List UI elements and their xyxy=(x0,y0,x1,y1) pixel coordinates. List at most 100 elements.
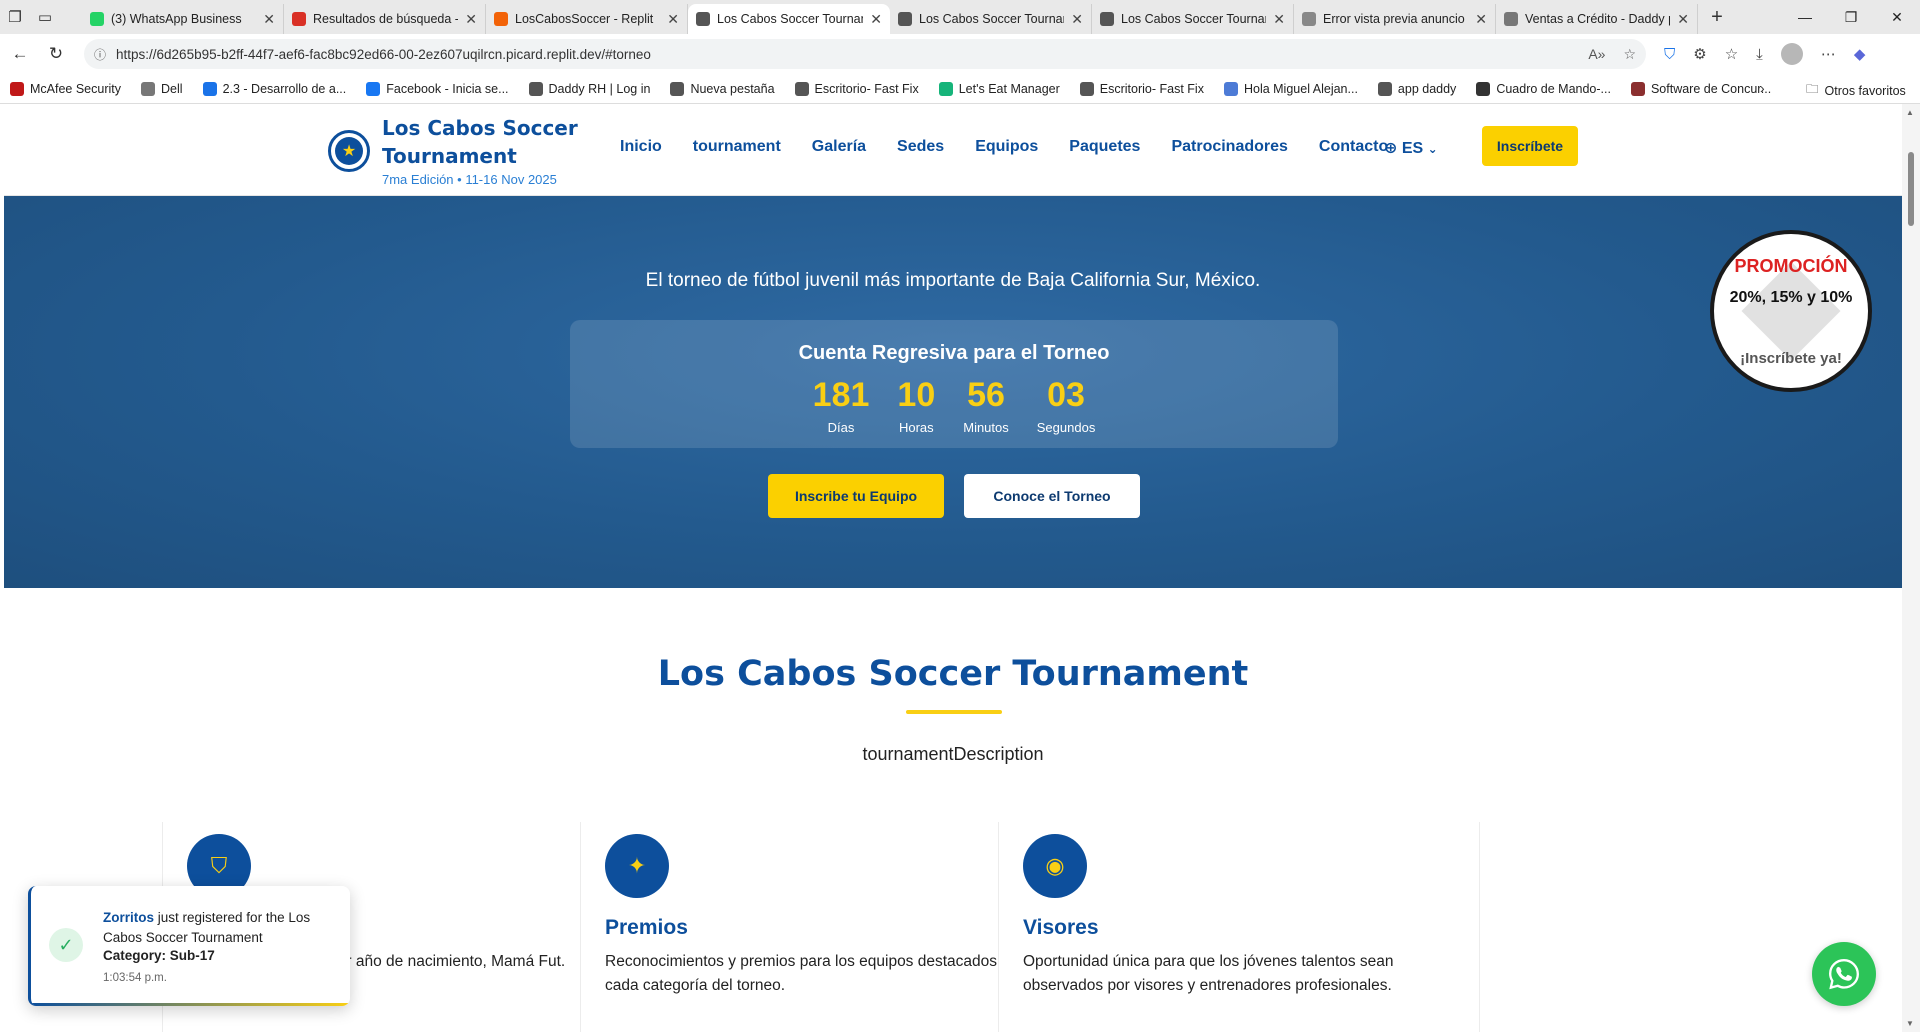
bookmark-item[interactable]: Dell xyxy=(141,81,183,96)
omnibox-actions: A» ☆ xyxy=(1588,46,1636,63)
close-window-button[interactable]: ✕ xyxy=(1874,0,1920,34)
bookmark-item[interactable]: Cuadro de Mando-... xyxy=(1476,81,1611,96)
restore-button[interactable]: ❐ xyxy=(1828,0,1874,34)
scroll-thumb[interactable] xyxy=(1908,152,1914,226)
bookmarks-overflow-chevron-icon[interactable]: › xyxy=(1760,80,1765,96)
bookmark-item[interactable]: Daddy RH | Log in xyxy=(528,81,650,96)
close-tab-icon[interactable]: ✕ xyxy=(870,11,882,28)
countdown-title: Cuenta Regresiva para el Torneo xyxy=(798,342,1110,364)
circle-icon xyxy=(1302,12,1316,26)
vertical-tabs-icon[interactable]: ▭ xyxy=(30,0,60,34)
reload-button[interactable]: ↻ xyxy=(40,38,72,70)
chevron-down-icon: ⌄ xyxy=(1427,142,1438,156)
bookmark-item[interactable]: Hola Miguel Alejan... xyxy=(1223,81,1358,96)
bookmark-item[interactable]: McAfee Security xyxy=(10,81,121,96)
downloads-icon[interactable]: ⤓ xyxy=(1756,46,1763,63)
workspaces-icon[interactable]: ❐ xyxy=(0,0,30,34)
site-info-icon[interactable]: ⓘ xyxy=(94,46,106,63)
read-aloud-icon[interactable]: A» xyxy=(1588,46,1605,63)
globe-icon xyxy=(528,81,543,96)
browser-tab[interactable]: Los Cabos Soccer Tournam ✕ xyxy=(1092,4,1294,34)
scroll-down-icon[interactable]: ▼ xyxy=(1906,1019,1914,1028)
check-icon: ✓ xyxy=(49,928,83,962)
nav-link[interactable]: Equipos xyxy=(975,138,1038,156)
countdown-label: Horas xyxy=(898,420,934,435)
brand[interactable]: Los Cabos Soccer Tournament 7ma Edición … xyxy=(382,114,582,187)
toast-progress-bar xyxy=(31,1003,350,1006)
close-tab-icon[interactable]: ✕ xyxy=(263,11,275,28)
browser-tab[interactable]: Error vista previa anuncio ✕ xyxy=(1294,4,1496,34)
nav-link[interactable]: Contacto xyxy=(1319,138,1388,156)
feature-card-description: Oportunidad única para que los jóvenes t… xyxy=(1023,953,1394,994)
browser-tab[interactable]: LosCabosSoccer - Replit ✕ xyxy=(486,4,688,34)
browser-tab[interactable]: (3) WhatsApp Business ✕ xyxy=(82,4,284,34)
browser-tab[interactable]: Los Cabos Soccer Tournam ✕ xyxy=(688,4,890,34)
other-bookmarks-folder[interactable]: 🗀 Otros favoritos xyxy=(1806,80,1906,101)
facebook-icon xyxy=(366,81,381,96)
more-menu-icon[interactable]: ⋯ xyxy=(1821,45,1836,63)
countdown-panel: Cuenta Regresiva para el Torneo 181 Días… xyxy=(570,320,1338,448)
browser-tab-strip: ❐ ▭ (3) WhatsApp Business ✕ Resultados d… xyxy=(0,0,1920,34)
bookmark-label: Escritorio- Fast Fix xyxy=(814,81,919,96)
bookmark-item[interactable]: Escritorio- Fast Fix xyxy=(794,81,919,96)
close-tab-icon[interactable]: ✕ xyxy=(1071,11,1083,28)
close-tab-icon[interactable]: ✕ xyxy=(465,11,477,28)
bookmark-label: Let's Eat Manager xyxy=(958,81,1060,96)
bookmark-item[interactable]: 2.3 - Desarrollo de a... xyxy=(202,81,347,96)
language-selector[interactable]: ⊕ ES ⌄ xyxy=(1384,138,1438,158)
countdown-value: 181 xyxy=(812,376,870,414)
extensions-icon[interactable]: ⚙ xyxy=(1693,45,1706,63)
whatsapp-chat-button[interactable] xyxy=(1812,942,1876,1006)
tab-list: (3) WhatsApp Business ✕ Resultados de bú… xyxy=(82,0,1698,34)
nav-link[interactable]: Inicio xyxy=(620,138,662,156)
nav-link[interactable]: Paquetes xyxy=(1069,138,1140,156)
bookmark-item[interactable]: Facebook - Inicia se... xyxy=(366,81,509,96)
register-team-button[interactable]: Inscribe tu Equipo xyxy=(768,474,944,518)
globe-icon xyxy=(1100,12,1114,26)
minimize-button[interactable]: — xyxy=(1782,0,1828,34)
gmail-icon xyxy=(292,12,306,26)
feature-card-description: Reconocimientos y premios para los equip… xyxy=(605,953,1019,994)
section-title: Los Cabos Soccer Tournament xyxy=(657,654,1249,694)
promo-badge[interactable]: PROMOCIÓN 20%, 15% y 10% ¡Inscríbete ya! xyxy=(1710,230,1872,392)
bookmark-item[interactable]: Escritorio- Fast Fix xyxy=(1079,81,1204,96)
url-text[interactable]: https://6d265b95-b2ff-44f7-aef6-fac8bc92… xyxy=(116,47,1588,62)
bookmark-label: 2.3 - Desarrollo de a... xyxy=(222,81,347,96)
profile-avatar[interactable] xyxy=(1780,43,1803,65)
bookmark-item[interactable]: Nueva pestaña xyxy=(670,81,775,96)
nav-link[interactable]: tournament xyxy=(693,138,781,156)
nav-link[interactable]: Galería xyxy=(812,138,866,156)
close-tab-icon[interactable]: ✕ xyxy=(1475,11,1487,28)
countdown-value: 10 xyxy=(897,376,936,414)
brand-edition: 7ma Edición • 11-16 Nov 2025 xyxy=(382,172,557,187)
tab-title: Los Cabos Soccer Tournam xyxy=(1121,12,1267,26)
learn-tournament-button[interactable]: Conoce el Torneo xyxy=(964,474,1140,518)
dashboard-icon xyxy=(1476,81,1491,96)
back-button[interactable]: ← xyxy=(4,38,36,70)
bookmark-item[interactable]: Let's Eat Manager xyxy=(938,81,1060,96)
register-button[interactable]: Inscríbete xyxy=(1482,126,1578,166)
favorite-star-icon[interactable]: ☆ xyxy=(1623,46,1636,63)
close-tab-icon[interactable]: ✕ xyxy=(1677,11,1689,28)
close-tab-icon[interactable]: ✕ xyxy=(1273,11,1285,28)
address-bar[interactable]: ⓘ https://6d265b95-b2ff-44f7-aef6-fac8bc… xyxy=(84,39,1646,69)
globe-icon xyxy=(670,81,685,96)
browser-tab[interactable]: Ventas a Crédito - Daddy p ✕ xyxy=(1496,4,1698,34)
shield-extension-icon[interactable]: ⛉ xyxy=(1664,46,1675,63)
page-scrollbar[interactable]: ▲ ▼ xyxy=(1902,104,1920,1032)
scroll-up-icon[interactable]: ▲ xyxy=(1906,108,1914,117)
nav-link[interactable]: Sedes xyxy=(897,138,944,156)
browser-tab[interactable]: Resultados de búsqueda - ✕ xyxy=(284,4,486,34)
site-logo[interactable]: ★ xyxy=(328,130,370,172)
browser-tab[interactable]: Los Cabos Soccer Tournam ✕ xyxy=(890,4,1092,34)
window-controls: — ❐ ✕ xyxy=(1782,0,1920,34)
bookmark-item[interactable]: app daddy xyxy=(1377,81,1456,96)
hero-subtitle: El torneo de fútbol juvenil más importan… xyxy=(645,270,1261,291)
copilot-icon[interactable]: ◆ xyxy=(1854,45,1866,63)
new-tab-button[interactable]: + xyxy=(1702,2,1732,32)
brand-name: Los Cabos Soccer Tournament xyxy=(382,116,578,168)
close-tab-icon[interactable]: ✕ xyxy=(667,11,679,28)
favorites-icon[interactable]: ☆ xyxy=(1725,45,1738,63)
nav-link[interactable]: Patrocinadores xyxy=(1171,138,1287,156)
bookmark-item[interactable]: Software de Concur... xyxy=(1630,81,1771,96)
